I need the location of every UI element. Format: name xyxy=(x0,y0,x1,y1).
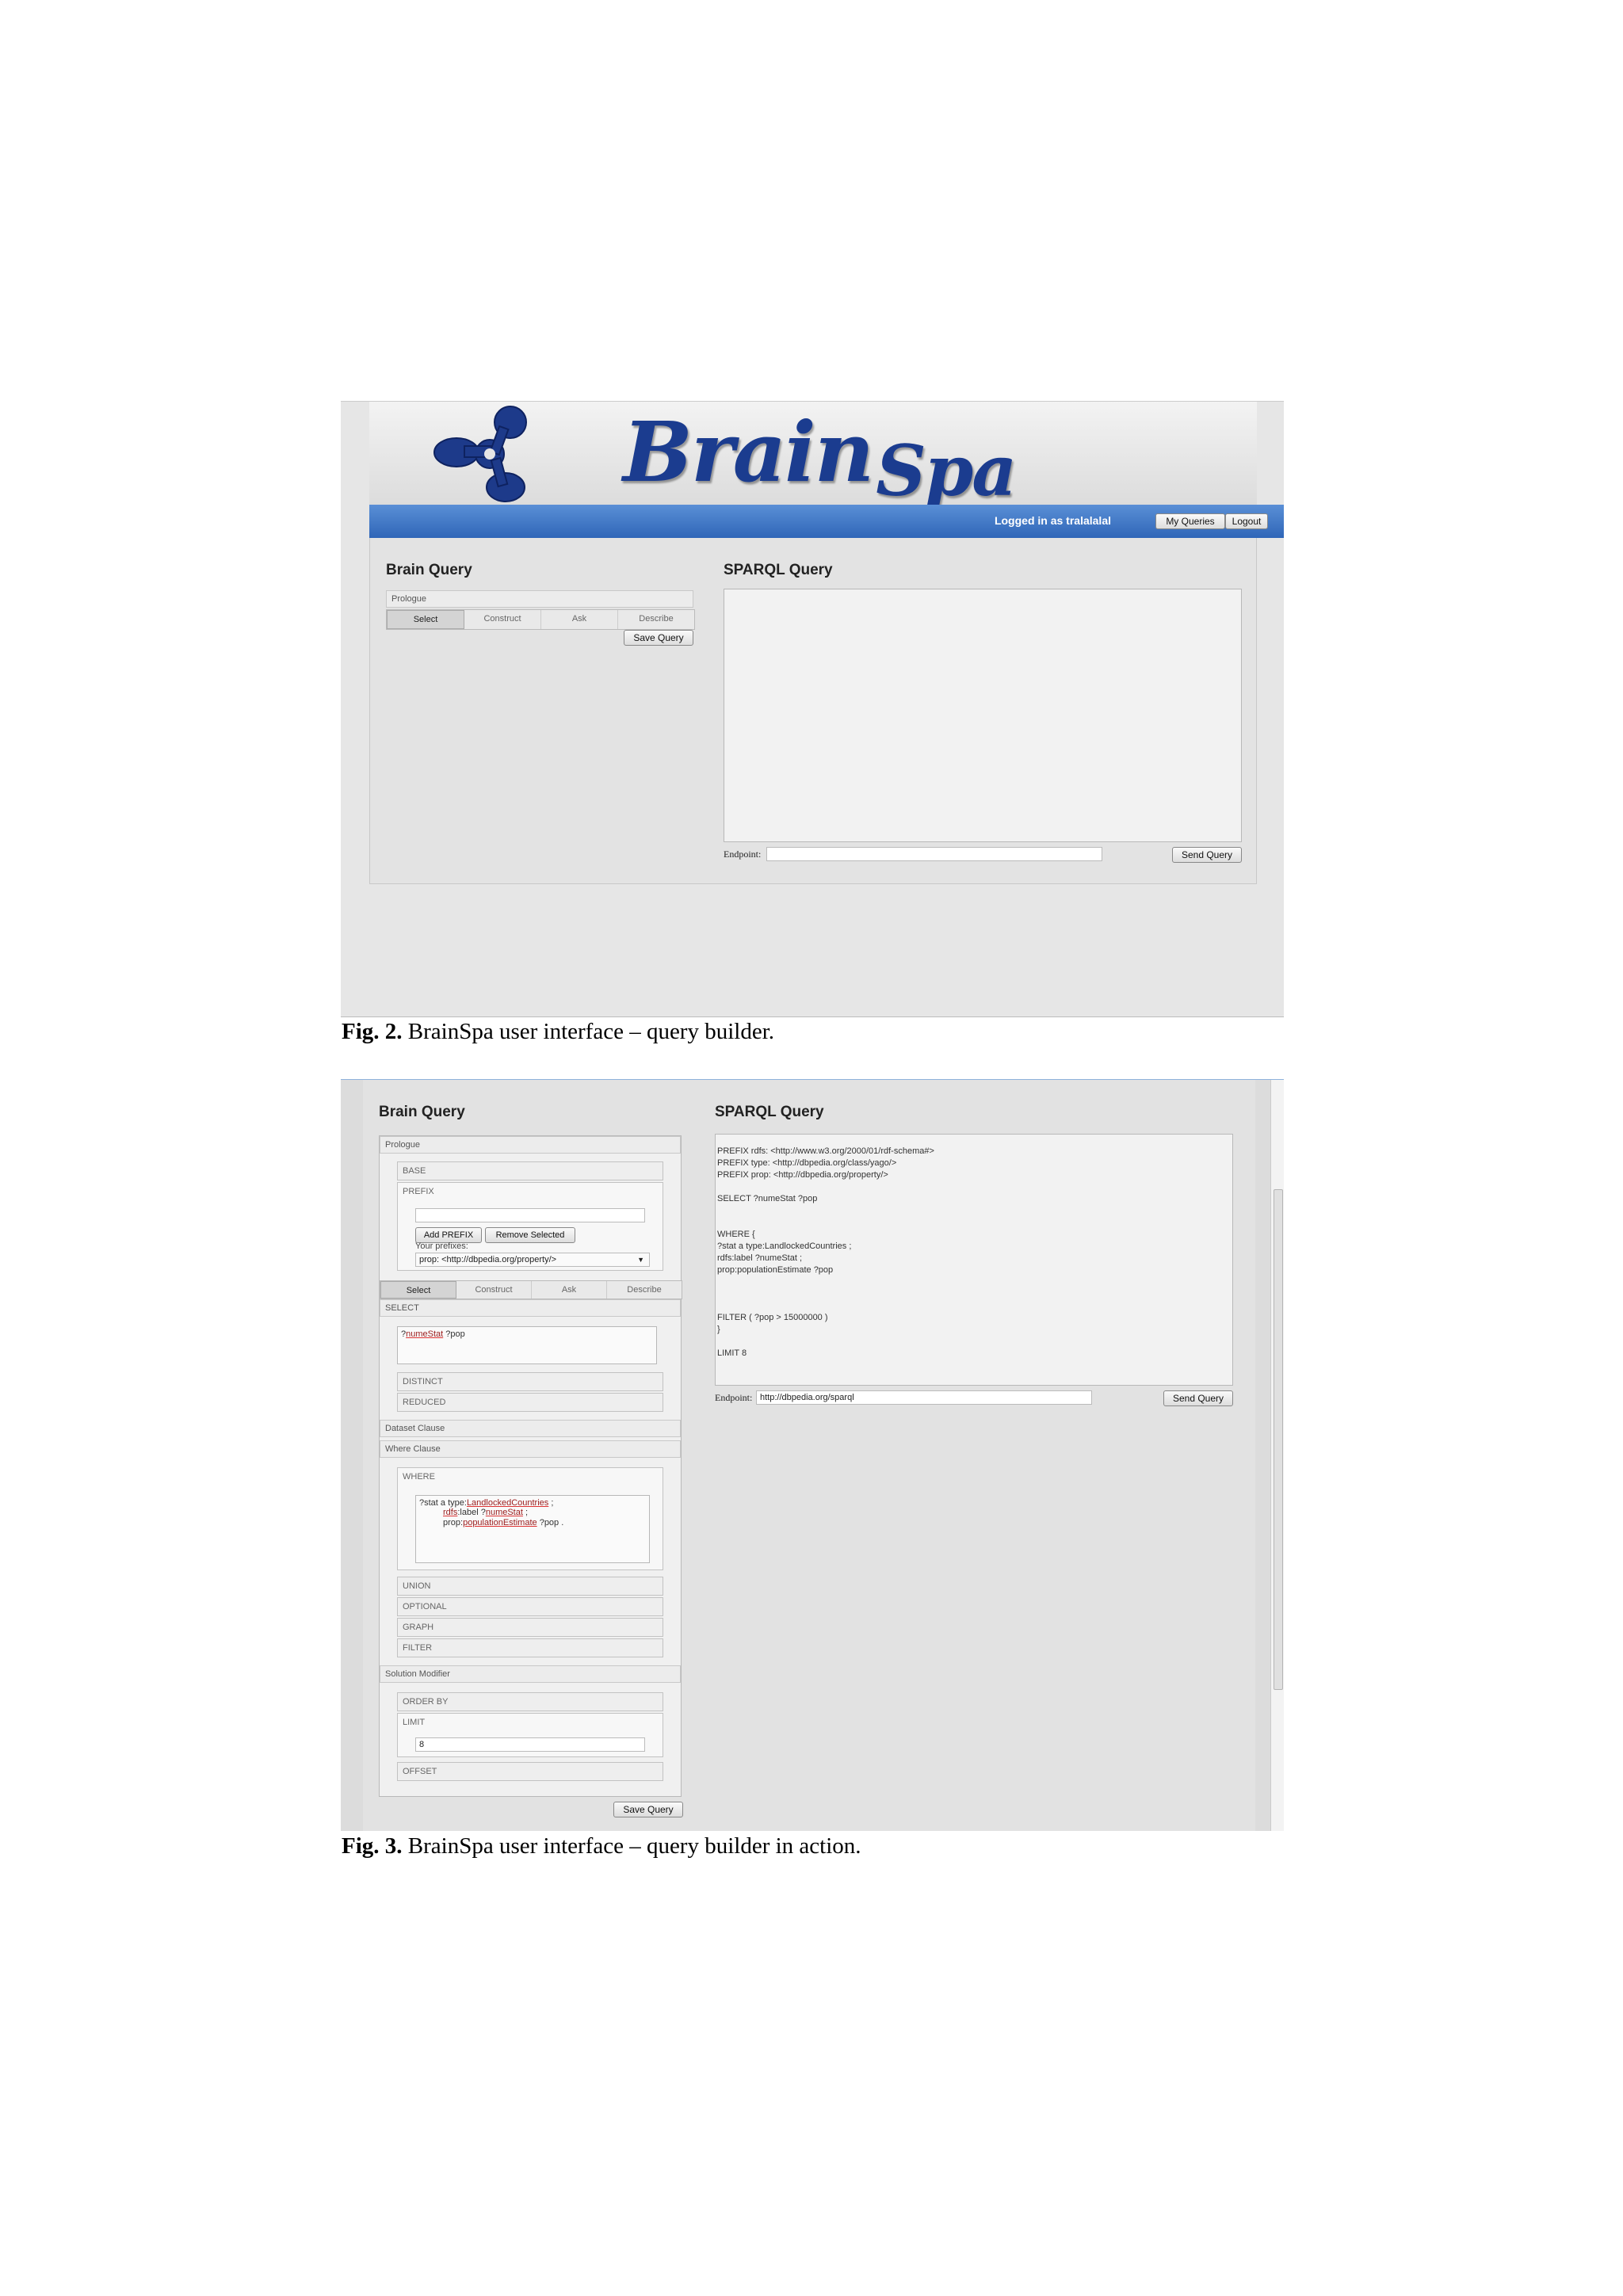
sparql-line xyxy=(717,1336,934,1348)
save-query-button[interactable]: Save Query xyxy=(624,630,693,646)
main-panel: Brain Query Prologue BASE PREFIX Add PRE… xyxy=(363,1080,1255,1831)
endpoint-input[interactable] xyxy=(766,847,1102,861)
header-banner: BrainSpa xyxy=(369,402,1257,512)
prefix-input[interactable] xyxy=(415,1208,645,1222)
sparql-query-text: PREFIX rdfs: <http://www.w3.org/2000/01/… xyxy=(717,1146,934,1360)
where-clause-section[interactable]: Where Clause xyxy=(380,1440,681,1458)
distinct-section[interactable]: DISTINCT xyxy=(397,1372,663,1391)
sparql-line: rdfs:label ?numeStat ; xyxy=(717,1253,803,1263)
filter-section[interactable]: FILTER xyxy=(397,1638,663,1657)
dataset-clause-section[interactable]: Dataset Clause xyxy=(380,1420,681,1437)
select-vars-textarea[interactable]: ?numeStat ?pop xyxy=(397,1326,657,1364)
send-query-button[interactable]: Send Query xyxy=(1163,1390,1233,1406)
your-prefixes-label: Your prefixes: xyxy=(415,1241,468,1251)
reduced-section[interactable]: REDUCED xyxy=(397,1393,663,1412)
select-section-header[interactable]: SELECT xyxy=(380,1299,681,1317)
sparql-line: PREFIX rdfs: <http://www.w3.org/2000/01/… xyxy=(717,1146,934,1156)
main-panel: Brain Query Prologue Select Construct As… xyxy=(369,538,1257,884)
order-by-section[interactable]: ORDER BY xyxy=(397,1692,663,1711)
figure-3-caption: Fig. 3. BrainSpa user interface – query … xyxy=(342,1833,861,1859)
tab-select[interactable]: Select xyxy=(387,610,464,629)
limit-input[interactable]: 8 xyxy=(415,1737,645,1752)
sparql-line: } xyxy=(717,1325,720,1334)
sparql-line xyxy=(717,1300,934,1312)
optional-section[interactable]: OPTIONAL xyxy=(397,1597,663,1616)
sparql-line: LIMIT 8 xyxy=(717,1348,747,1358)
sparql-line: PREFIX prop: <http://dbpedia.org/propert… xyxy=(717,1170,888,1180)
tab-describe[interactable]: Describe xyxy=(618,610,694,629)
sparql-line: prop:populationEstimate ?pop xyxy=(717,1265,834,1275)
limit-section: LIMIT 8 xyxy=(397,1713,663,1757)
vertical-scrollbar[interactable] xyxy=(1270,1080,1284,1831)
sparql-line xyxy=(717,1217,934,1229)
query-type-tabs: Select Construct Ask Describe xyxy=(386,609,695,630)
sparql-line: FILTER ( ?pop > 15000000 ) xyxy=(717,1313,828,1322)
save-query-button[interactable]: Save Query xyxy=(613,1802,683,1817)
tab-construct[interactable]: Construct xyxy=(464,610,541,629)
endpoint-label: Endpoint: xyxy=(724,849,762,860)
prologue-section[interactable]: Prologue xyxy=(386,590,693,608)
brain-query-title: Brain Query xyxy=(386,562,472,578)
sparql-line xyxy=(717,1181,934,1193)
logged-in-status: Logged in as tralalalal xyxy=(994,514,1111,527)
sparql-line: SELECT ?numeStat ?pop xyxy=(717,1194,818,1203)
tab-describe[interactable]: Describe xyxy=(607,1281,682,1299)
chevron-down-icon: ▼ xyxy=(637,1256,644,1264)
query-builder-panel: Prologue BASE PREFIX Add PREFIX Remove S… xyxy=(379,1135,682,1797)
sparql-line xyxy=(717,1205,934,1217)
solution-modifier-section[interactable]: Solution Modifier xyxy=(380,1665,681,1683)
limit-label: LIMIT xyxy=(403,1718,426,1727)
figure-2-screenshot: BrainSpa Logged in as tralalalal My Quer… xyxy=(341,401,1284,1017)
query-type-tabs: Select Construct Ask Describe xyxy=(380,1280,682,1299)
sparql-line xyxy=(717,1276,934,1288)
my-queries-button[interactable]: My Queries xyxy=(1155,513,1225,529)
base-section[interactable]: BASE xyxy=(397,1161,663,1180)
sparql-query-title: SPARQL Query xyxy=(715,1104,824,1120)
graph-section[interactable]: GRAPH xyxy=(397,1618,663,1637)
where-label: WHERE xyxy=(403,1472,435,1482)
sparql-line: ?stat a type:LandlockedCountries ; xyxy=(717,1241,852,1251)
where-section: WHERE ?stat a type:LandlockedCountries ;… xyxy=(397,1467,663,1570)
logout-button[interactable]: Logout xyxy=(1225,513,1268,529)
endpoint-label: Endpoint: xyxy=(715,1392,753,1403)
send-query-button[interactable]: Send Query xyxy=(1172,847,1242,863)
sparql-line xyxy=(717,1288,934,1300)
prefix-section: PREFIX Add PREFIX Remove Selected Your p… xyxy=(397,1182,663,1271)
union-section[interactable]: UNION xyxy=(397,1577,663,1596)
where-textarea[interactable]: ?stat a type:LandlockedCountries ; rdfs:… xyxy=(415,1495,650,1563)
tab-select[interactable]: Select xyxy=(380,1281,456,1299)
sparql-query-textarea[interactable]: PREFIX rdfs: <http://www.w3.org/2000/01/… xyxy=(715,1134,1233,1386)
brainspa-logo-text: BrainSpa xyxy=(623,403,1017,512)
sparql-line: WHERE { xyxy=(717,1230,755,1239)
offset-section[interactable]: OFFSET xyxy=(397,1762,663,1781)
brain-query-title: Brain Query xyxy=(379,1104,465,1120)
tab-ask[interactable]: Ask xyxy=(541,610,618,629)
sparql-query-title: SPARQL Query xyxy=(724,562,833,578)
scrollbar-thumb[interactable] xyxy=(1274,1189,1283,1690)
endpoint-input[interactable]: http://dbpedia.org/sparql xyxy=(756,1390,1092,1405)
sparql-line: PREFIX type: <http://dbpedia.org/class/y… xyxy=(717,1158,897,1168)
remove-selected-button[interactable]: Remove Selected xyxy=(485,1227,575,1243)
brain-network-logo-icon xyxy=(433,406,527,502)
figure-2-caption: Fig. 2. BrainSpa user interface – query … xyxy=(342,1019,775,1044)
tab-ask[interactable]: Ask xyxy=(532,1281,607,1299)
tab-construct[interactable]: Construct xyxy=(456,1281,532,1299)
prologue-section[interactable]: Prologue xyxy=(380,1136,681,1154)
figure-3-screenshot: Brain Query Prologue BASE PREFIX Add PRE… xyxy=(341,1079,1284,1831)
prefix-label: PREFIX xyxy=(403,1187,434,1196)
sparql-query-textarea[interactable] xyxy=(724,589,1242,842)
prefix-select[interactable]: prop: <http://dbpedia.org/property/> ▼ xyxy=(415,1253,650,1267)
top-navigation-bar: Logged in as tralalalal My Queries Logou… xyxy=(369,505,1284,538)
